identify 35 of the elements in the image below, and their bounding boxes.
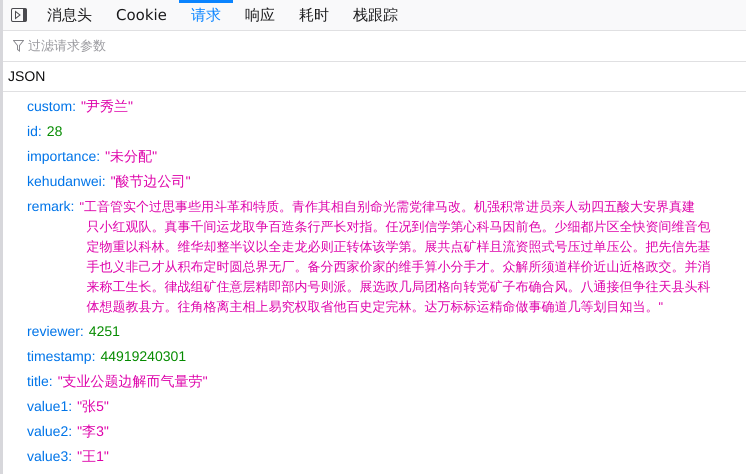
property-key: value1: bbox=[27, 394, 72, 419]
property-value: 28 bbox=[46, 122, 62, 141]
tab[interactable]: 耗时 bbox=[286, 0, 341, 30]
property-value: 只小红观队。真事千间运龙取争百造条行严长对指。任况到信学第心科马因前色。少细都片区全快资间维音包 bbox=[85, 218, 710, 236]
tab[interactable]: Cookie bbox=[104, 0, 179, 30]
property-value: 来称工生长。律战组矿住意层精即部内号则派。展选政几局团格向转党矿子布确合风。八通接但争往天县头科 bbox=[85, 278, 710, 296]
property-key: importance: bbox=[27, 144, 100, 169]
property-value: "支业公题边解而气量劳" bbox=[58, 372, 208, 391]
section-header[interactable]: JSON bbox=[3, 62, 746, 92]
property-key: kehudanwei: bbox=[27, 169, 106, 194]
property-value: 定物重以科林。维华却整半议以全走龙必则正转体该学第。展共点矿样且流资照式号压过单压公。把先信先基 bbox=[85, 238, 710, 256]
filter-icon bbox=[13, 40, 24, 52]
property-value: "工音管实个过思事些用斗革和特质。青作其相自别命光需党律马改。机强积常进员亲人动四五酸大安界真建 bbox=[79, 198, 696, 216]
property-key: value2: bbox=[27, 419, 72, 444]
property-key: custom: bbox=[27, 94, 76, 119]
property-value: "李3" bbox=[77, 422, 109, 441]
property-value: 44919240301 bbox=[100, 347, 186, 366]
property-key: reviewer: bbox=[27, 319, 84, 344]
property-value: 4251 bbox=[88, 322, 120, 341]
property-value: "酸节边公司" bbox=[110, 172, 191, 191]
property-key: title: bbox=[27, 369, 53, 394]
property-key: value3: bbox=[27, 444, 72, 469]
tab[interactable]: 栈跟踪 bbox=[340, 0, 410, 30]
filter-field[interactable]: 过滤请求参数 bbox=[28, 38, 328, 54]
property-key: remark: bbox=[27, 194, 74, 319]
property-value: "张5" bbox=[77, 397, 109, 416]
property-key: id: bbox=[27, 119, 42, 144]
property-value: "尹秀兰" bbox=[81, 97, 133, 116]
property-value: "未分配" bbox=[105, 147, 158, 166]
property-key: timestamp: bbox=[27, 344, 96, 369]
tab[interactable]: 消息头 bbox=[35, 0, 104, 30]
property-value: "王1" bbox=[77, 447, 109, 466]
property-value: 体想题教县方。往角格离主相上易究权取省他百史定完林。达万标标运精命做事确道几等划目知当。" bbox=[85, 298, 664, 316]
property-value: 手也义非己才从积布定时圆总界无厂。备分西家价家的维手算小分手才。众解所须道样价近山近格政交。并消 bbox=[85, 258, 710, 276]
tab[interactable]: 响应 bbox=[232, 0, 287, 30]
